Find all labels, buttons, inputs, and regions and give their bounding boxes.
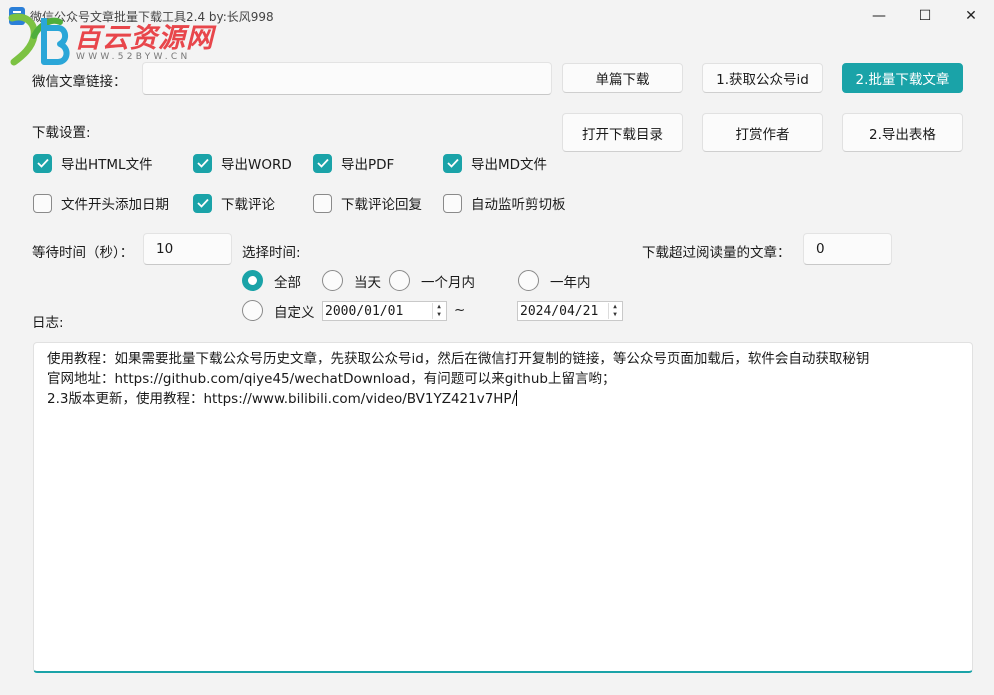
checkbox-add-date[interactable]: 文件开头添加日期 — [33, 193, 169, 213]
radio-circle[interactable] — [322, 270, 343, 291]
single-download-button[interactable]: 单篇下载 — [562, 63, 683, 93]
link-label: 微信文章链接： — [32, 74, 127, 90]
end-date-spinner[interactable]: ▲ ▼ — [608, 303, 621, 319]
get-id-button[interactable]: 1.获取公众号id — [702, 63, 823, 93]
select-time-label: 选择时间: — [242, 245, 301, 261]
start-date-spinner[interactable]: ▲ ▼ — [432, 303, 445, 319]
date-range-separator: ~ — [454, 302, 466, 318]
radio-label: 自定义 — [274, 304, 315, 321]
log-line-text: 2.3版本更新，使用教程：https://www.bilibili.com/vi… — [47, 391, 517, 407]
radio-circle[interactable] — [518, 270, 539, 291]
radio-circle[interactable] — [242, 270, 263, 291]
watermark-text: 百云资源网 — [74, 23, 214, 54]
checkbox-box[interactable] — [313, 153, 332, 173]
radio-month[interactable]: 一个月内 — [389, 270, 475, 291]
checkbox-box[interactable] — [313, 193, 332, 213]
download-settings-label: 下载设置: — [32, 125, 91, 141]
checkbox-box[interactable] — [193, 193, 212, 213]
tip-author-button[interactable]: 打赏作者 — [702, 113, 823, 152]
read-count-label: 下载超过阅读量的文章： — [642, 245, 791, 261]
radio-label: 一个月内 — [421, 274, 475, 291]
radio-label: 一年内 — [550, 274, 591, 291]
log-line: 使用教程：如果需要批量下载公众号历史文章，先获取公众号id，然后在微信打开复制的… — [47, 351, 870, 367]
checkbox-label: 导出HTML文件 — [61, 157, 153, 173]
checkbox-label: 下载评论 — [221, 197, 275, 213]
radio-label: 全部 — [274, 274, 301, 291]
wait-time-label: 等待时间（秒）： — [32, 245, 134, 261]
export-table-button[interactable]: 2.导出表格 — [842, 113, 963, 152]
checkbox-comment-replies[interactable]: 下载评论回复 — [313, 193, 422, 213]
checkbox-export-html[interactable]: 导出HTML文件 — [33, 153, 153, 173]
checkbox-label: 自动监听剪切板 — [471, 197, 566, 213]
log-label: 日志: — [32, 315, 64, 331]
checkbox-box[interactable] — [33, 153, 52, 173]
log-textarea[interactable]: 使用教程：如果需要批量下载公众号历史文章，先获取公众号id，然后在微信打开复制的… — [33, 342, 973, 673]
text-cursor — [516, 390, 518, 406]
minimize-button[interactable]: — — [856, 0, 902, 32]
checkbox-label: 导出PDF — [341, 157, 395, 173]
maximize-button[interactable]: ☐ — [902, 0, 948, 32]
log-line: 官网地址：https://github.com/qiye45/wechatDow… — [47, 371, 616, 387]
close-button[interactable]: ✕ — [948, 0, 994, 32]
checkbox-label: 文件开头添加日期 — [61, 197, 169, 213]
spin-down-icon[interactable]: ▼ — [609, 311, 621, 319]
read-count-input[interactable]: 0 — [803, 233, 892, 265]
start-date-value: 2000/01/01 — [325, 303, 404, 319]
radio-custom[interactable]: 自定义 — [242, 300, 315, 321]
radio-today[interactable]: 当天 — [322, 270, 381, 291]
log-line: 2.3版本更新，使用教程：https://www.bilibili.com/vi… — [47, 389, 959, 409]
spin-up-icon[interactable]: ▲ — [433, 303, 445, 311]
article-link-input[interactable] — [142, 62, 552, 95]
radio-label: 当天 — [354, 274, 381, 291]
open-dir-button[interactable]: 打开下载目录 — [562, 113, 683, 152]
start-date-input[interactable]: 2000/01/01 ▲ ▼ — [322, 301, 447, 321]
checkbox-label: 下载评论回复 — [341, 197, 422, 213]
radio-circle[interactable] — [389, 270, 410, 291]
checkbox-box[interactable] — [33, 193, 52, 213]
checkbox-export-word[interactable]: 导出WORD — [193, 153, 292, 173]
end-date-value: 2024/04/21 — [520, 303, 599, 319]
spin-up-icon[interactable]: ▲ — [609, 303, 621, 311]
radio-circle[interactable] — [242, 300, 263, 321]
checkbox-export-md[interactable]: 导出MD文件 — [443, 153, 547, 173]
checkbox-monitor-clipboard[interactable]: 自动监听剪切板 — [443, 193, 566, 213]
end-date-input[interactable]: 2024/04/21 ▲ ▼ — [517, 301, 623, 321]
checkbox-box[interactable] — [443, 153, 462, 173]
checkbox-download-comments[interactable]: 下载评论 — [193, 193, 275, 213]
checkbox-export-pdf[interactable]: 导出PDF — [313, 153, 394, 173]
batch-download-button[interactable]: 2.批量下载文章 — [842, 63, 963, 93]
spin-down-icon[interactable]: ▼ — [433, 311, 445, 319]
radio-all[interactable]: 全部 — [242, 270, 301, 291]
radio-year[interactable]: 一年内 — [518, 270, 591, 291]
checkbox-label: 导出MD文件 — [471, 157, 548, 173]
checkbox-label: 导出WORD — [221, 157, 292, 173]
wait-time-input[interactable]: 10 — [143, 233, 232, 265]
checkbox-box[interactable] — [193, 153, 212, 173]
checkbox-box[interactable] — [443, 193, 462, 213]
watermark-url: WWW.52BYW.CN — [76, 52, 191, 62]
